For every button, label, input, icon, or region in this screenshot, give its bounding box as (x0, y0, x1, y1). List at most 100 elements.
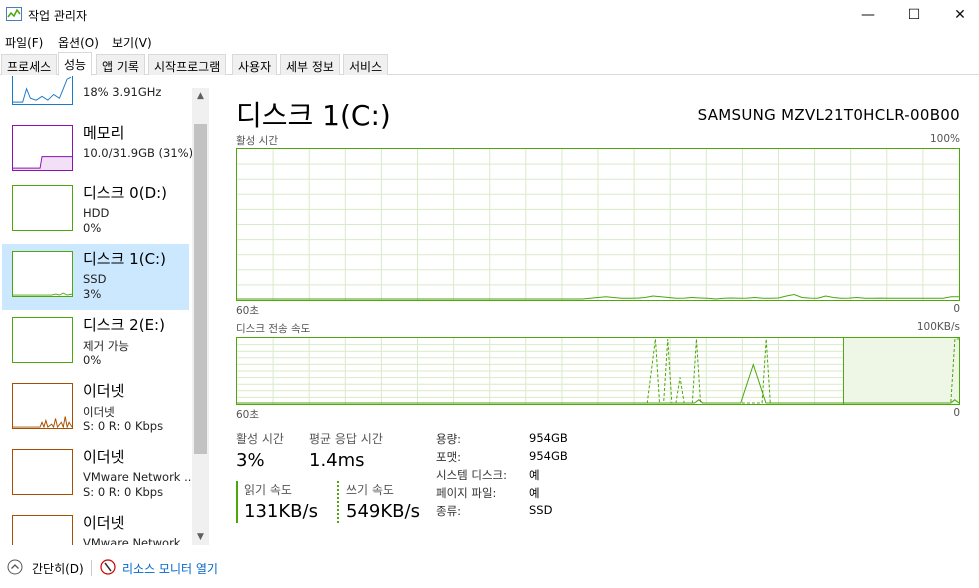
sidebar-scrollbar[interactable]: ▲ ▼ (192, 88, 209, 545)
transfer-graph-time: 60초 (236, 409, 260, 421)
tab-services[interactable]: 서비스 (343, 54, 389, 75)
performance-sidebar: 18% 3.91GHz 메모리 10.0/31.9GB (31%) 디스크 0(… (0, 76, 210, 545)
transfer-graph-max: 100KB/s (916, 321, 960, 333)
scroll-up-arrow-icon[interactable]: ▲ (192, 88, 209, 104)
ethernet2-name: 이더넷 (83, 448, 125, 466)
capacity-value: 954GB (529, 431, 568, 445)
minimize-icon: — (861, 7, 875, 23)
ethernet1-name: 이더넷 (83, 382, 125, 400)
tab-app-history[interactable]: 앱 기록 (96, 54, 145, 75)
scroll-down-arrow-icon[interactable]: ▼ (192, 529, 209, 545)
menu-view[interactable]: 보기(V) (112, 34, 152, 51)
disk-detail-panel: 디스크 1(C:) SAMSUNG MZVL21T0HCLR-00B00 활성 … (212, 76, 979, 545)
read-speed-label: 읽기 속도 (244, 483, 292, 497)
title-bar: 작업 관리자 — ☐ ✕ (0, 0, 979, 30)
sidebar-item-memory[interactable]: 메모리 10.0/31.9GB (31%) (2, 118, 193, 184)
menu-bar: 파일(F) 옵션(O) 보기(V) (0, 30, 979, 52)
active-time-graph-max: 100% (929, 133, 960, 145)
write-speed-indicator (337, 481, 339, 523)
ethernet3-adapter: VMware Network (83, 536, 181, 545)
ethernet2-throughput: S: 0 R: 0 Kbps (83, 485, 164, 499)
disk1-usage: 3% (83, 287, 102, 301)
type-label: 종류: (436, 504, 462, 518)
open-resource-monitor-link[interactable]: 리소스 모니터 열기 (122, 560, 218, 577)
sidebar-item-disk2[interactable]: 디스크 2(E:) 제거 가능 0% (2, 310, 189, 376)
sidebar-item-ethernet2[interactable]: 이더넷 VMware Network ... S: 0 R: 0 Kbps (2, 442, 195, 508)
minimize-button[interactable]: — (845, 0, 891, 30)
close-icon: ✕ (954, 7, 966, 23)
capacity-label: 용량: (436, 432, 462, 446)
system-disk-value: 예 (529, 468, 540, 482)
transfer-graph-min: 0 (953, 407, 960, 419)
sidebar-item-disk0[interactable]: 디스크 0(D:) HDD 0% (2, 178, 189, 244)
disk1-name: 디스크 1(C:) (83, 250, 166, 268)
maximize-icon: ☐ (907, 7, 921, 23)
disk0-thumbnail (12, 185, 73, 231)
ethernet3-name: 이더넷 (83, 514, 125, 532)
bottom-separator (91, 560, 92, 576)
read-speed-indicator (236, 481, 238, 523)
disk0-usage: 0% (83, 221, 102, 235)
ethernet1-adapter: 이더넷 (83, 405, 115, 419)
disk0-type: HDD (83, 206, 110, 220)
active-time-graph-label: 활성 시간 (236, 135, 278, 147)
formatted-label: 포맷: (436, 450, 462, 464)
disk1-type: SSD (83, 272, 107, 286)
cpu-usage: 18% 3.91GHz (83, 85, 162, 99)
ethernet2-thumbnail (12, 449, 73, 495)
transfer-graph (236, 337, 960, 405)
maximize-button[interactable]: ☐ (891, 0, 937, 30)
disk-model: SAMSUNG MZVL21T0HCLR-00B00 (697, 106, 960, 124)
active-time-graph-min: 0 (953, 303, 960, 315)
tab-performance[interactable]: 성능 (58, 52, 93, 76)
window-title: 작업 관리자 (28, 9, 88, 23)
transfer-graph-label: 디스크 전송 속도 (236, 323, 311, 335)
sidebar-item-ethernet3[interactable]: 이더넷 VMware Network (2, 508, 189, 545)
active-time-graph-time: 60초 (236, 305, 260, 317)
write-speed-value: 549KB/s (346, 501, 420, 522)
ethernet3-thumbnail (12, 515, 73, 545)
ethernet2-adapter: VMware Network ... (83, 470, 196, 484)
sidebar-item-cpu[interactable]: 18% 3.91GHz (2, 76, 189, 118)
type-value: SSD (529, 503, 553, 517)
page-file-value: 예 (529, 486, 540, 500)
disk0-name: 디스크 0(D:) (83, 184, 168, 202)
menu-options[interactable]: 옵션(O) (58, 34, 99, 51)
resource-monitor-icon[interactable] (100, 559, 116, 575)
page-file-label: 페이지 파일: (436, 486, 497, 500)
tab-details[interactable]: 세부 정보 (280, 54, 340, 75)
transfer-highlight-region (843, 338, 959, 404)
active-time-graph (236, 148, 960, 301)
task-manager-icon (6, 7, 22, 21)
bottom-bar: 간단히(D) 리소스 모니터 열기 (0, 552, 979, 588)
close-button[interactable]: ✕ (937, 0, 979, 30)
avg-response-value: 1.4ms (309, 450, 365, 471)
scroll-thumb[interactable] (194, 124, 207, 454)
sidebar-item-disk1[interactable]: 디스크 1(C:) SSD 3% (2, 244, 189, 310)
system-disk-label: 시스템 디스크: (436, 468, 508, 482)
disk2-name: 디스크 2(E:) (83, 316, 165, 334)
tab-processes[interactable]: 프로세스 (1, 54, 58, 75)
read-speed-value: 131KB/s (244, 501, 318, 522)
disk2-type: 제거 가능 (83, 339, 129, 353)
ethernet1-throughput: S: 0 R: 0 Kbps (83, 419, 164, 433)
cpu-thumbnail (12, 76, 73, 105)
tab-bar: 프로세스 성능 앱 기록 시작프로그램 사용자 세부 정보 서비스 (0, 52, 979, 76)
active-time-label: 활성 시간 (236, 432, 284, 446)
disk2-thumbnail (12, 317, 73, 363)
memory-name: 메모리 (83, 124, 125, 142)
avg-response-label: 평균 응답 시간 (309, 432, 383, 446)
fewer-details-button[interactable]: 간단히(D) (32, 560, 84, 577)
disk2-usage: 0% (83, 353, 102, 367)
formatted-value: 954GB (529, 449, 568, 463)
tab-users[interactable]: 사용자 (232, 54, 278, 75)
menu-file[interactable]: 파일(F) (5, 34, 43, 51)
memory-usage: 10.0/31.9GB (31%) (83, 146, 194, 160)
sidebar-item-ethernet1[interactable]: 이더넷 이더넷 S: 0 R: 0 Kbps (2, 376, 189, 442)
collapse-chevron-icon[interactable] (7, 559, 23, 575)
memory-thumbnail (12, 125, 73, 171)
disk-title: 디스크 1(C:) (236, 99, 391, 132)
tab-startup[interactable]: 시작프로그램 (148, 54, 227, 75)
active-time-value: 3% (236, 450, 265, 471)
disk1-thumbnail (12, 251, 73, 297)
